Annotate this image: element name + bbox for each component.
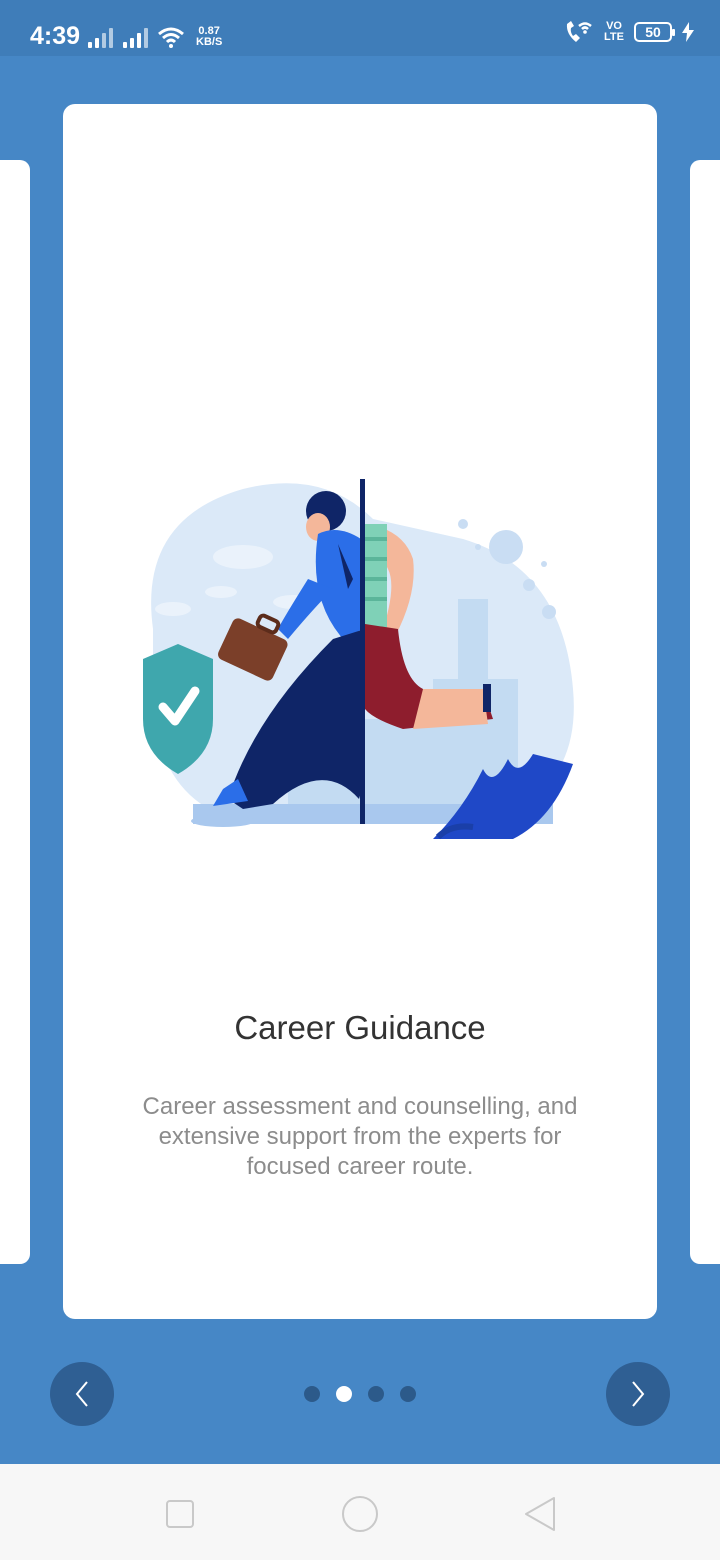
- onboarding-card: Career Guidance Career assessment and co…: [63, 104, 657, 1319]
- status-time: 4:39: [30, 22, 81, 50]
- volte-indicator: VO LTE: [604, 21, 624, 43]
- recent-apps-icon[interactable]: [160, 1494, 200, 1534]
- page-indicator: [304, 1386, 416, 1402]
- chevron-left-icon: [75, 1381, 88, 1407]
- back-icon[interactable]: [520, 1494, 560, 1534]
- wifi-icon: [158, 27, 184, 48]
- page-dot-active[interactable]: [336, 1386, 352, 1402]
- charging-icon: [682, 22, 694, 42]
- page-dot[interactable]: [304, 1386, 320, 1402]
- status-right-icons: VO LTE 50: [564, 20, 694, 44]
- home-icon[interactable]: [340, 1494, 380, 1534]
- previous-button[interactable]: [50, 1362, 114, 1426]
- slide-title: Career Guidance: [234, 1009, 486, 1046]
- page-dot[interactable]: [368, 1386, 384, 1402]
- signal-icon: [88, 26, 113, 48]
- wifi-calling-icon: [566, 21, 592, 42]
- chevron-right-icon: [632, 1381, 645, 1407]
- signal-icon: [123, 26, 148, 48]
- status-bar: 4:39 0.87 KB/S VO LTE 50: [0, 0, 720, 56]
- next-button[interactable]: [606, 1362, 670, 1426]
- slide-description: Career assessment and counselling, and e…: [142, 1093, 578, 1180]
- battery-level: 50: [645, 24, 661, 40]
- network-speed: 0.87 KB/S: [196, 26, 222, 48]
- previous-slide-card[interactable]: [0, 160, 30, 1264]
- status-left-icons: 0.87 KB/S: [88, 20, 222, 48]
- volte-bottom: LTE: [604, 31, 624, 43]
- speed-unit: KB/S: [196, 36, 223, 48]
- page-dot[interactable]: [400, 1386, 416, 1402]
- battery-icon: 50: [634, 22, 675, 42]
- career-runner-illustration: [143, 479, 574, 840]
- next-slide-card[interactable]: [690, 160, 720, 1264]
- system-navigation-bar: [0, 1464, 720, 1560]
